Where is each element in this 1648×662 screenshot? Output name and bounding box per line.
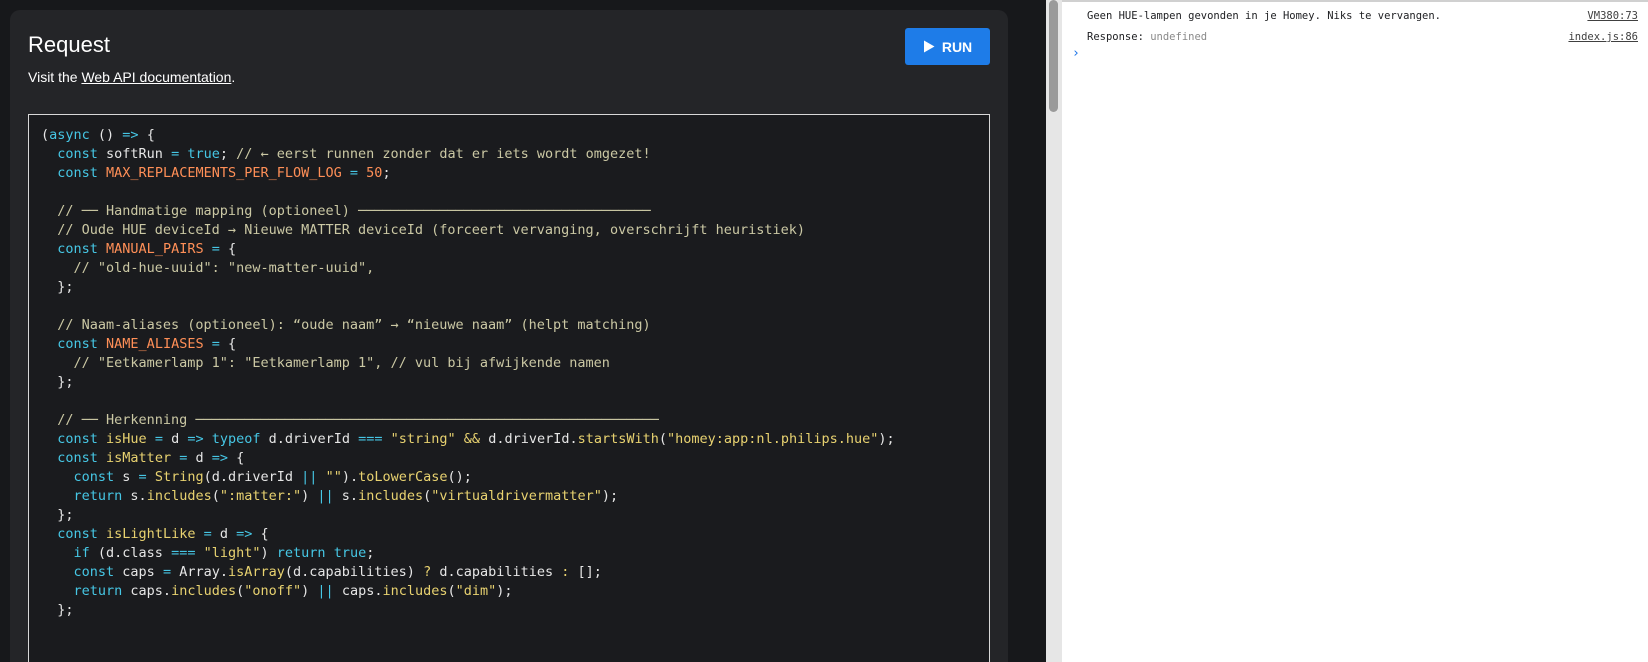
code-line-8: // "old-hue-uuid": "new-matter-uuid", [41,260,375,276]
code-line-24: const caps = Array.isArray(d.capabilitie… [73,564,602,580]
code-line-18: const isMatter = d => { [57,450,245,466]
code-line-17: const isHue = d => typeof d.driverId ===… [57,431,895,447]
web-api-documentation-link[interactable]: Web API documentation [81,69,231,85]
code-editor[interactable]: (async () => { const softRun = true; // … [28,114,990,662]
doc-line: Visit the Web API documentation. [28,69,235,85]
console-source-link[interactable]: index.js:86 [1568,31,1638,43]
console-source-link[interactable]: VM380:73 [1587,10,1638,22]
run-button[interactable]: RUN [905,28,990,65]
request-title: Request [28,32,110,57]
play-icon [923,40,935,53]
response-label: Response: [1087,31,1151,43]
code-line-3: const MAX_REPLACEMENTS_PER_FLOW_LOG = 50… [57,165,391,181]
code-line-20: return s.includes(":matter:") || s.inclu… [73,488,619,504]
code-line-13: // "Eetkamerlamp 1": "Eetkamerlamp 1", /… [41,355,610,371]
response-value: undefined [1150,31,1208,43]
code-line-2: const softRun = true; // ← eerst runnen … [57,146,651,162]
code-line-22: const isLightLike = d => { [57,526,269,542]
console-message: Geen HUE-lampen gevonden in je Homey. Ni… [1087,10,1442,22]
scrollbar[interactable] [1046,0,1062,662]
console-message-row: Response: undefined index.js:86 [1062,26,1648,46]
code-line-19: const s = String(d.driverId || "").toLow… [73,469,472,485]
console-message: Response: undefined [1087,31,1207,43]
code-line-25: return caps.includes("onoff") || caps.in… [73,583,513,599]
console-message-row: Geen HUE-lampen gevonden in je Homey. Ni… [1062,5,1648,25]
code-line-23: if (d.class === "light") return true; [73,545,375,561]
doc-suffix: . [231,69,236,85]
code-line-11: // Naam-aliases (optioneel): “oude naam”… [41,317,651,333]
console-panel: Geen HUE-lampen gevonden in je Homey. Ni… [1062,0,1648,662]
code-line-26: }; [41,602,74,618]
left-pane: Request Visit the Web API documentation.… [0,0,1046,662]
console-prompt-chevron-icon[interactable]: › [1072,46,1080,61]
scrollbar-thumb[interactable] [1049,0,1058,112]
doc-prefix: Visit the [28,69,82,85]
code-line-1: (async () => { [41,127,155,143]
code-line-9: }; [41,279,74,295]
code-line-14: }; [41,374,74,390]
request-card: Request Visit the Web API documentation.… [10,10,1008,662]
code-line-21: }; [41,507,74,523]
code-line-5: // ── Handmatige mapping (optioneel) ───… [41,203,651,219]
code-line-7: const MANUAL_PAIRS = { [57,241,237,257]
code-content: (async () => { const softRun = true; // … [41,126,989,620]
code-line-12: const NAME_ALIASES = { [57,336,237,352]
code-line-16: // ── Herkenning ───────────────────────… [41,412,659,428]
code-line-6: // Oude HUE deviceId → Nieuwe MATTER dev… [41,222,806,238]
run-button-label: RUN [941,38,973,55]
